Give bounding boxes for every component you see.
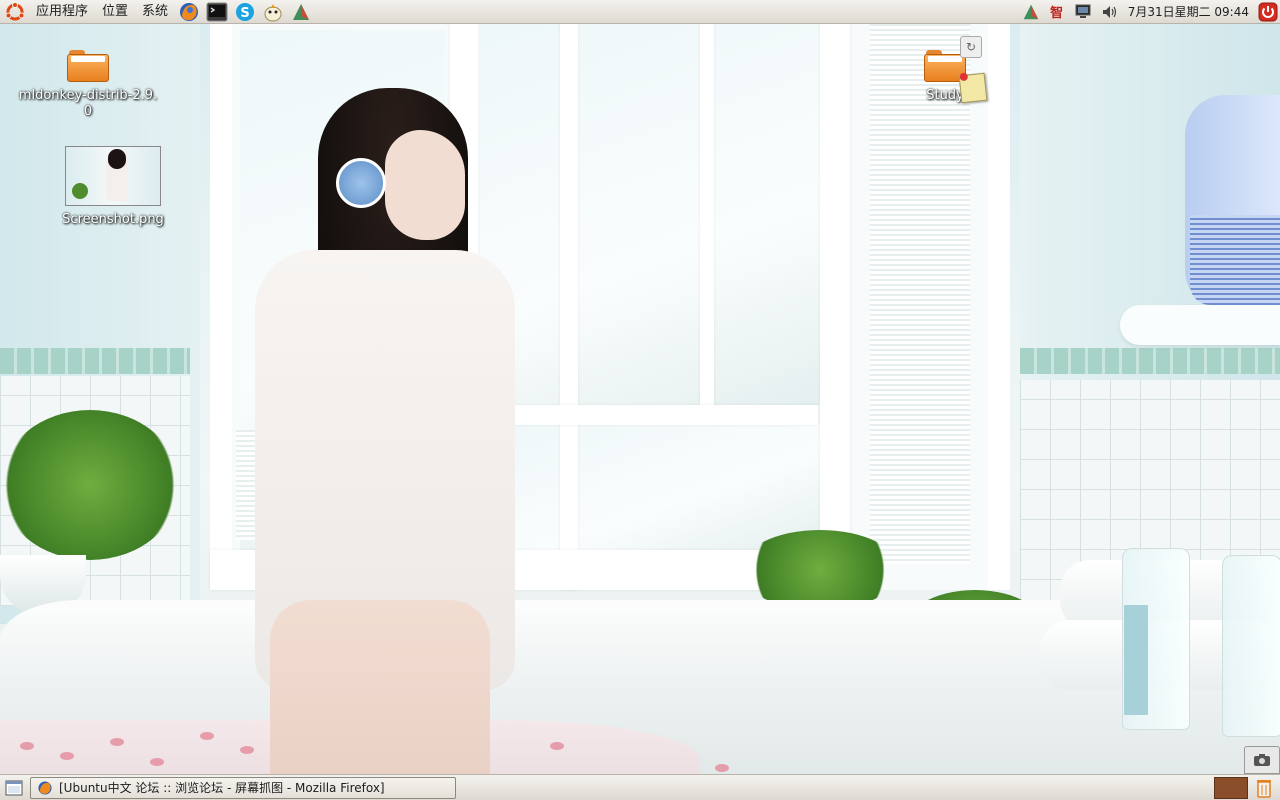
workspace-switcher[interactable] [1214, 776, 1248, 799]
terminal-icon[interactable] [206, 1, 228, 23]
shelf [1120, 305, 1280, 345]
menu-system[interactable]: 系统 [135, 0, 175, 24]
person-legs [270, 600, 490, 800]
pidgin-icon[interactable] [262, 1, 284, 23]
window-pane [480, 20, 820, 405]
petal [20, 742, 34, 750]
petal [150, 758, 164, 766]
svg-text:S: S [240, 6, 249, 21]
desktop-wallpaper [0, 0, 1280, 800]
plant-center [740, 530, 900, 610]
firefox-icon [37, 780, 53, 796]
folder-icon [67, 50, 109, 82]
refresh-icon[interactable]: ↻ [960, 36, 982, 58]
bottom-panel: [Ubuntu中文 论坛 :: 浏览论坛 - 屏幕抓图 - Mozilla Fi… [0, 774, 1280, 800]
clock[interactable]: 7月31日星期二 09:44 [1122, 3, 1255, 20]
system-tray: 智 7月31日星期二 09:44 [1018, 0, 1280, 24]
radio-grille [1190, 215, 1280, 305]
ime-icon[interactable]: 智 [1047, 2, 1067, 22]
tile-band-right [1020, 348, 1280, 374]
show-desktop-icon[interactable] [4, 778, 24, 798]
top-panel: 应用程序 位置 系统 S 智 7月31日星期二 09:44 [0, 0, 1280, 24]
taskbar-button-firefox[interactable]: [Ubuntu中文 论坛 :: 浏览论坛 - 屏幕抓图 - Mozilla Fi… [30, 776, 456, 799]
window-mullion [560, 0, 578, 590]
trash-icon[interactable] [1254, 777, 1274, 799]
person-face [385, 130, 465, 240]
menu-places[interactable]: 位置 [95, 0, 135, 24]
window-pane [480, 425, 820, 550]
skype-icon[interactable]: S [234, 1, 256, 23]
plant-left [0, 410, 180, 560]
window-mullion [820, 0, 850, 590]
volume-icon[interactable] [1099, 2, 1119, 22]
headphones [336, 158, 386, 208]
ubuntu-logo-icon[interactable] [4, 1, 26, 23]
tile-band-left [0, 348, 190, 374]
camera-icon[interactable] [1244, 746, 1280, 774]
monitor-icon[interactable] [1073, 2, 1093, 22]
network-tray-icon[interactable] [1021, 2, 1041, 22]
petal [715, 764, 729, 772]
petal [60, 752, 74, 760]
petal [240, 746, 254, 754]
window-mullion [478, 405, 818, 425]
petal [550, 742, 564, 750]
menu-applications[interactable]: 应用程序 [29, 0, 95, 24]
image-thumbnail-icon [65, 146, 161, 206]
sticky-note-icon [958, 72, 988, 104]
desktop-icon-mldonkey[interactable]: mldonkey-distrib-2.9.0 [18, 50, 158, 120]
desktop-icon-label: Screenshot.png [62, 212, 164, 227]
power-icon[interactable] [1258, 2, 1278, 22]
window-mullion [700, 0, 714, 420]
window-blind [870, 24, 970, 564]
bottle [1222, 555, 1280, 737]
desktop-icon-label: mldonkey-distrib-2.9.0 [18, 88, 158, 119]
network-icon[interactable] [290, 1, 312, 23]
taskbar-label: [Ubuntu中文 论坛 :: 浏览论坛 - 屏幕抓图 - Mozilla Fi… [59, 781, 385, 795]
firefox-icon[interactable] [178, 1, 200, 23]
desktop-icon-screenshot[interactable]: Screenshot.png [40, 146, 186, 228]
petal [200, 732, 214, 740]
petal [110, 738, 124, 746]
bottle-label [1124, 605, 1148, 715]
